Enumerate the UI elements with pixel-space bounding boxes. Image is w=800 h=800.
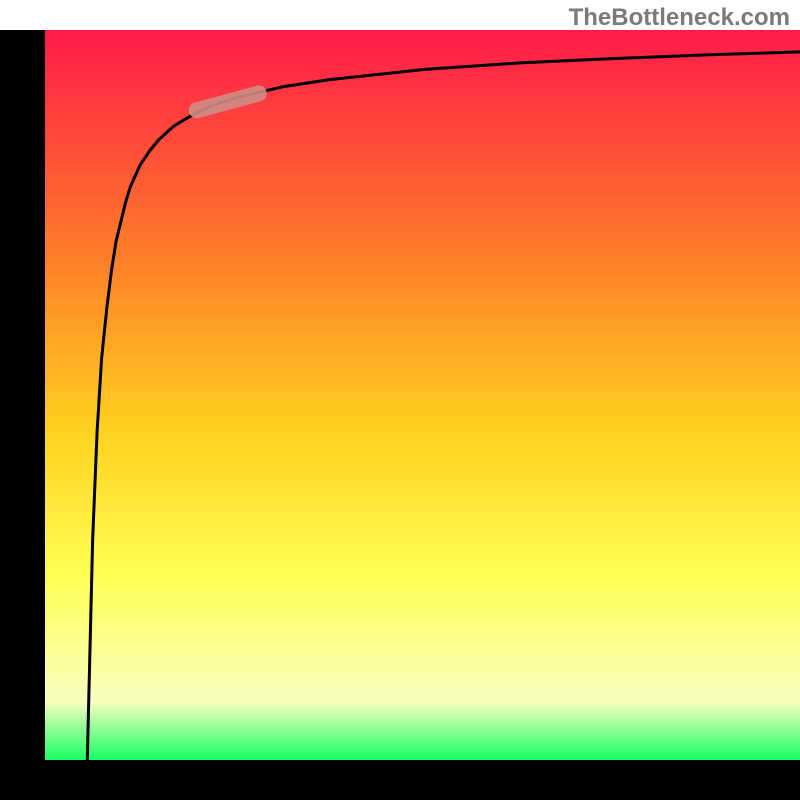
y-axis <box>0 30 45 800</box>
watermark-text: TheBottleneck.com <box>569 4 790 32</box>
x-axis <box>0 760 800 800</box>
chart-svg <box>0 0 800 800</box>
chart-container: TheBottleneck.com <box>0 0 800 800</box>
